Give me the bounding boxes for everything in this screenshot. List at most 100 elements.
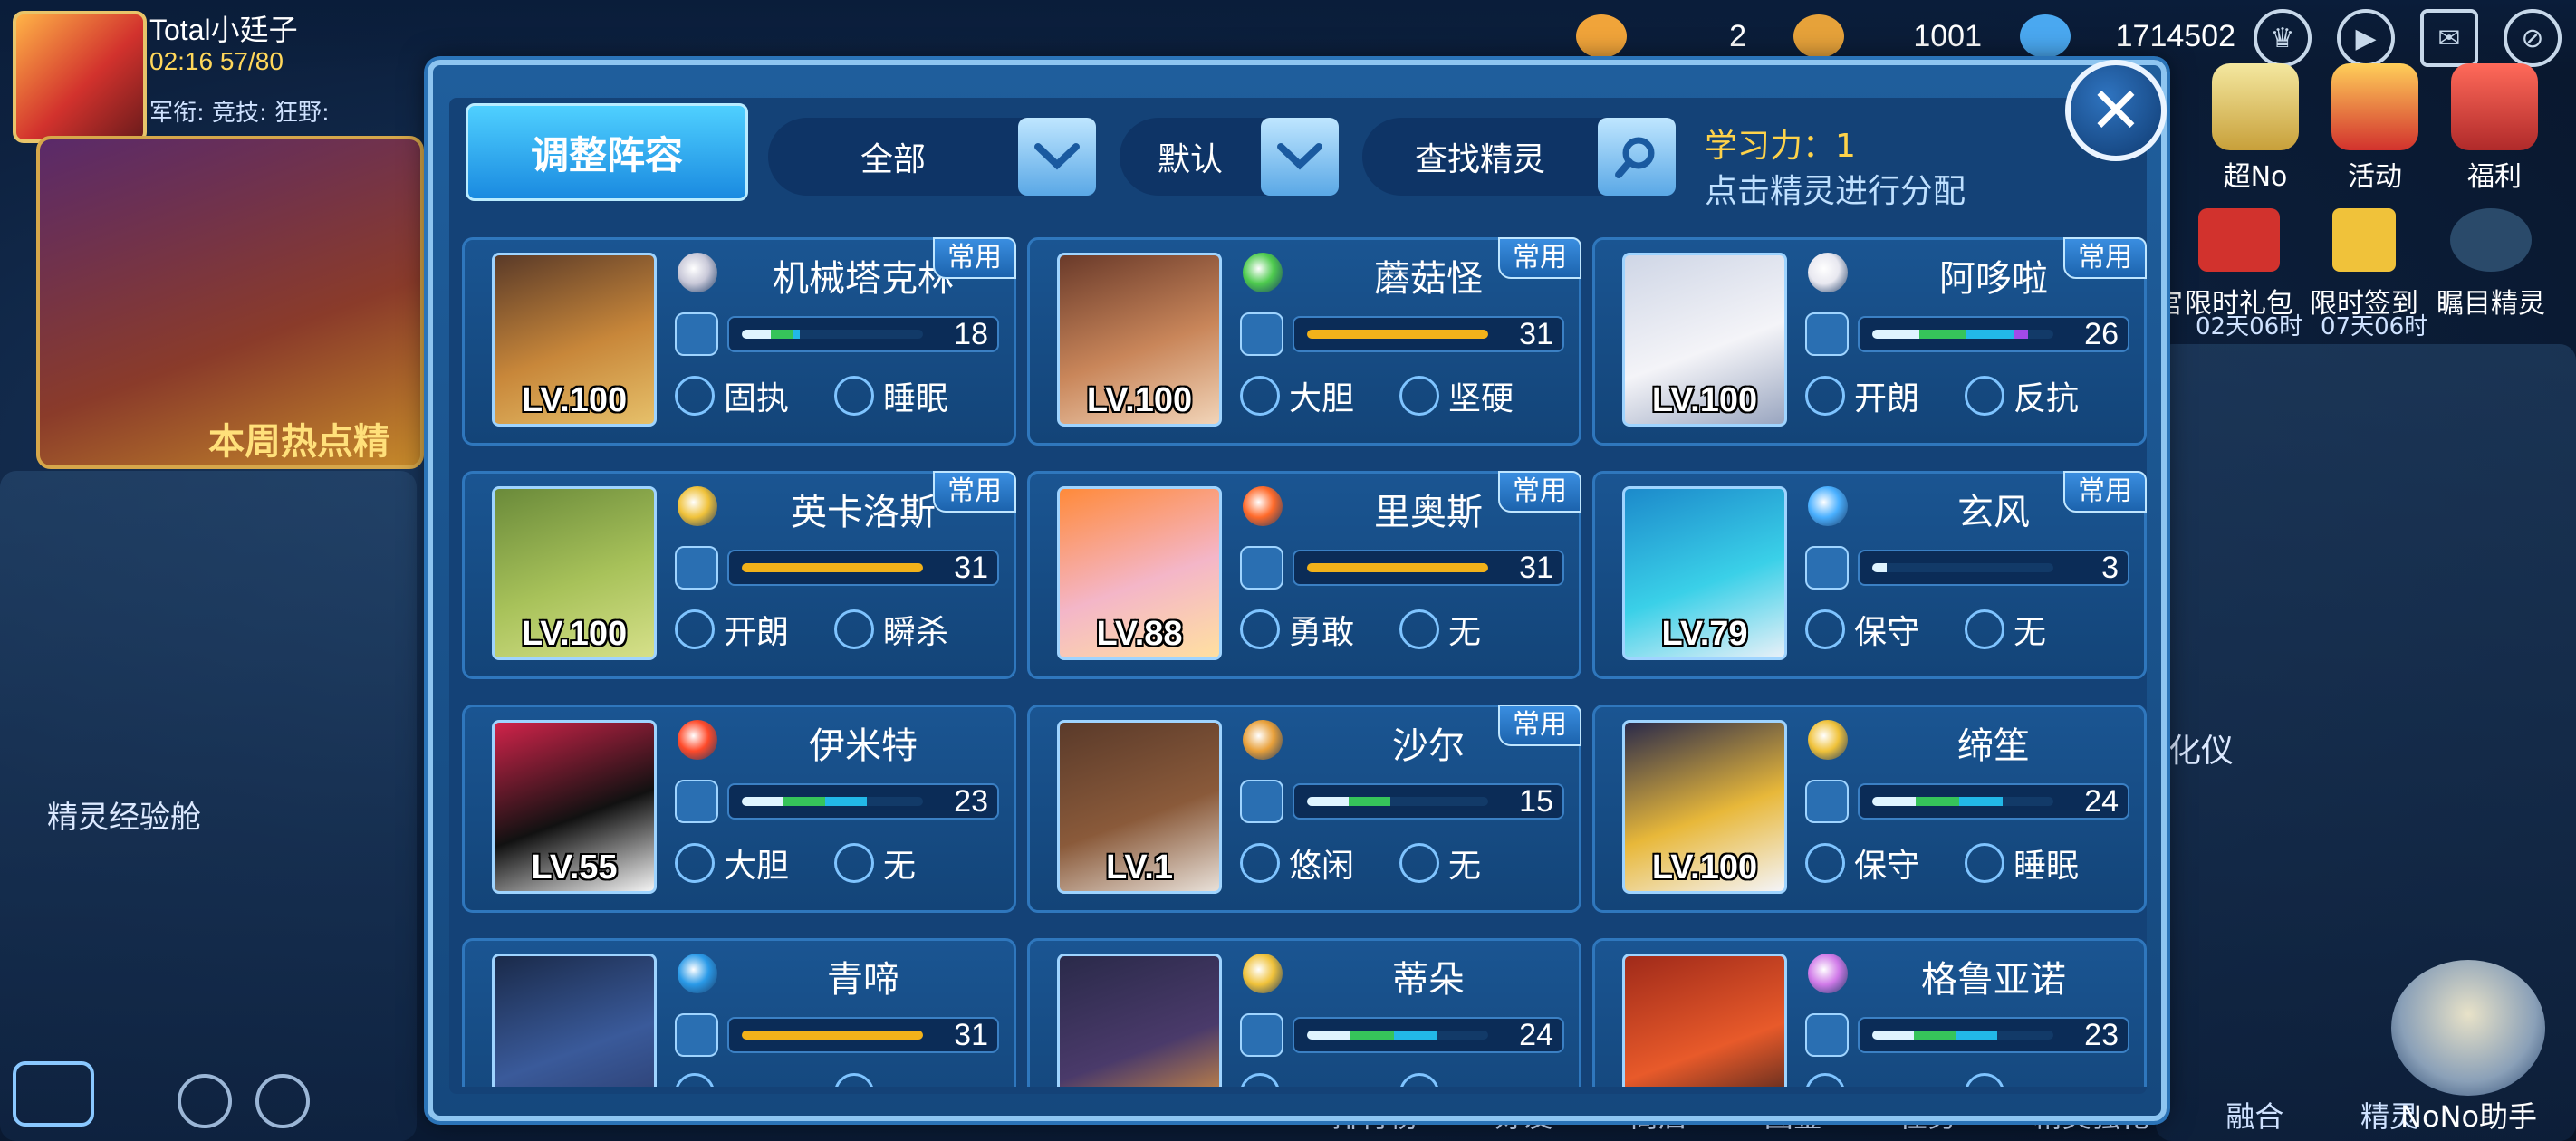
- nature-trait: 勇敢: [1240, 606, 1354, 653]
- nature-icon: [675, 376, 715, 416]
- pet-name: 蒂朵: [1392, 959, 1465, 1001]
- nature-trait: 大胆: [675, 839, 789, 887]
- search-pet-button[interactable]: 查找精灵: [1362, 118, 1676, 196]
- ability-label: 睡眠: [883, 380, 949, 417]
- tab-fusion[interactable]: 融合: [2225, 1094, 2283, 1136]
- chat-icon[interactable]: [13, 1061, 94, 1127]
- menu-super-no-label: 超No: [2223, 161, 2288, 193]
- pet-portrait: [1622, 954, 1787, 1087]
- ability-label: 无: [883, 848, 917, 885]
- pet-card[interactable]: LV.100 英卡洛斯 31 开朗 瞬杀 常用: [462, 471, 1016, 679]
- hot-event-banner-text: 本周热点精: [208, 421, 389, 463]
- menu-welfare[interactable]: 福利: [2440, 63, 2549, 194]
- chevron-down-icon[interactable]: [1018, 118, 1096, 196]
- activity-icon: [2331, 63, 2418, 150]
- stat-icon: [1805, 780, 1849, 823]
- pet-level: LV.100: [521, 615, 628, 653]
- tab-adjust-lineup[interactable]: 调整阵容: [466, 103, 748, 201]
- chevron-down-icon[interactable]: [1261, 118, 1339, 196]
- pet-card[interactable]: 格鲁亚诺 23: [1592, 938, 2147, 1087]
- nature-icon: [1805, 376, 1845, 416]
- frequent-badge: 常用: [933, 237, 1016, 279]
- event-limited-pack[interactable]: 限时礼包: [2185, 208, 2293, 321]
- play-icon[interactable]: ▶: [2337, 9, 2395, 67]
- pet-level: LV.88: [1096, 615, 1183, 653]
- bar-segment: [1307, 1031, 1350, 1040]
- pet-card[interactable]: LV.100 缔笙 24 保守 睡眠: [1592, 705, 2147, 913]
- nature-trait: 保守: [1805, 839, 1919, 887]
- pet-card[interactable]: LV.1 沙尔 15 悠闲 无 常用: [1027, 705, 1581, 913]
- exp-capsule-label[interactable]: 精灵经验舱: [47, 792, 201, 837]
- bar-segment: [825, 797, 867, 806]
- pet-card[interactable]: 青啼 31: [462, 938, 1016, 1087]
- learning-bar: 24: [1293, 1017, 1564, 1053]
- pet-name: 格鲁亚诺: [1921, 959, 2066, 1001]
- ability-trait: 瞬杀: [834, 606, 948, 653]
- close-icon[interactable]: ✕: [2065, 60, 2167, 161]
- nature-label: 固执: [724, 380, 790, 417]
- pet-card[interactable]: LV.88 里奥斯 31 勇敢 无 常用: [1027, 471, 1581, 679]
- learning-bar: 31: [1293, 550, 1564, 586]
- resource-stamina[interactable]: 2: [1576, 7, 1746, 65]
- resource-diamond[interactable]: 1714502: [2020, 7, 2235, 65]
- stamina-icon: [1576, 14, 1627, 58]
- stat-icon: [675, 1013, 718, 1057]
- event-time-2: 07天06时: [2321, 313, 2428, 340]
- menu-activity[interactable]: 活动: [2321, 63, 2429, 194]
- bar-segment: [1872, 330, 1919, 339]
- nature-icon: [1240, 609, 1280, 649]
- bar-segment: [742, 330, 771, 339]
- filter-sort-dropdown[interactable]: 默认: [1120, 118, 1339, 196]
- element-icon: [1243, 954, 1283, 993]
- player-name: Total小廷子: [149, 14, 298, 46]
- player-avatar[interactable]: [13, 11, 147, 143]
- learning-bar-fill: [1307, 330, 1488, 339]
- nature-trait: 保守: [1805, 606, 1919, 653]
- pet-card[interactable]: LV.100 阿哆啦 26 开朗 反抗 常用: [1592, 237, 2147, 446]
- learning-bar-fill: [742, 797, 923, 806]
- pet-card[interactable]: LV.79 玄风 3 保守 无 常用: [1592, 471, 2147, 679]
- pet-card[interactable]: LV.100 机械塔克林 18 固执 睡眠 常用: [462, 237, 1016, 446]
- mail-icon[interactable]: ✉: [2420, 9, 2478, 67]
- element-icon: [1808, 720, 1848, 760]
- event-limited-signin[interactable]: 限时签到: [2310, 208, 2418, 321]
- compass-icon[interactable]: [178, 1074, 232, 1128]
- search-icon[interactable]: [1598, 118, 1676, 196]
- nature-label: 开朗: [1854, 380, 1920, 417]
- nature-label: 开朗: [724, 614, 790, 651]
- nature-label: 大胆: [1289, 380, 1355, 417]
- menu-super-no[interactable]: 超No: [2201, 63, 2310, 194]
- pet-card[interactable]: LV.55 伊米特 23 大胆 无: [462, 705, 1016, 913]
- bar-segment: [2014, 330, 2028, 339]
- learning-bar-value: 31: [954, 551, 988, 585]
- resource-gold[interactable]: 1001: [1793, 7, 1982, 65]
- stat-icon: [1240, 1013, 1283, 1057]
- pet-card[interactable]: LV.100 蘑菇怪 31 大胆 坚硬 常用: [1027, 237, 1581, 446]
- learning-bar: 18: [727, 316, 999, 352]
- bar-segment: [1956, 1031, 1997, 1040]
- pet-name: 伊米特: [809, 725, 918, 767]
- ability-icon: [834, 1073, 874, 1087]
- nature-label: 悠闲: [1289, 848, 1355, 885]
- event-featured-pet[interactable]: 瞩目精灵: [2437, 208, 2545, 321]
- learning-bar-value: 31: [954, 1018, 988, 1052]
- filter-type-dropdown[interactable]: 全部: [768, 118, 1096, 196]
- trophy-icon[interactable]: ♛: [2254, 9, 2312, 67]
- pet-card[interactable]: 蒂朵 24: [1027, 938, 1581, 1087]
- hide-icon[interactable]: ⊘: [2504, 9, 2562, 67]
- nature-icon: [675, 843, 715, 883]
- nature-trait: 开朗: [675, 606, 789, 653]
- element-icon: [1808, 486, 1848, 526]
- nono-assistant-label[interactable]: NoNo助手: [2400, 1094, 2537, 1136]
- learning-bar-fill: [1307, 563, 1488, 572]
- bar-segment: [742, 797, 783, 806]
- ability-icon: [834, 843, 874, 883]
- learning-bar-value: 24: [2084, 784, 2119, 819]
- ability-trait: [834, 1073, 883, 1087]
- nono-assistant-icon[interactable]: [2391, 960, 2545, 1096]
- pet-portrait: LV.100: [1622, 253, 1787, 427]
- settings-gear-icon[interactable]: [255, 1074, 310, 1128]
- frequent-badge: 常用: [1498, 471, 1581, 513]
- learning-bar-value: 31: [1519, 317, 1553, 351]
- pet-level: LV.100: [521, 381, 628, 419]
